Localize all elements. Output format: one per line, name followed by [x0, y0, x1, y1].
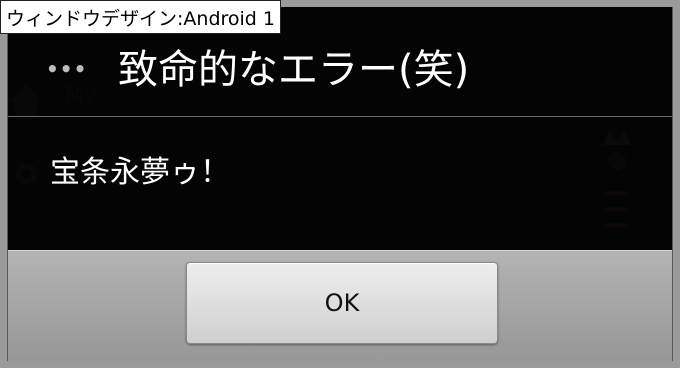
dialog-title: 致命的なエラー(笑)	[118, 47, 470, 93]
dialog-button-bar: OK	[8, 250, 672, 361]
ok-button[interactable]: OK	[186, 262, 498, 344]
window-design-caption: ウィンドウデザイン:Android 1	[0, 0, 281, 34]
dialog-message: 宝条永夢ゥ！	[50, 155, 230, 190]
dialog-body: ••• 致命的なエラー(笑) 宝条永夢ゥ！	[8, 7, 672, 250]
overflow-dots-icon: •••	[46, 57, 88, 81]
title-divider	[8, 116, 672, 117]
alert-dialog: ••• 致命的なエラー(笑) 宝条永夢ゥ！ OK	[7, 7, 673, 361]
